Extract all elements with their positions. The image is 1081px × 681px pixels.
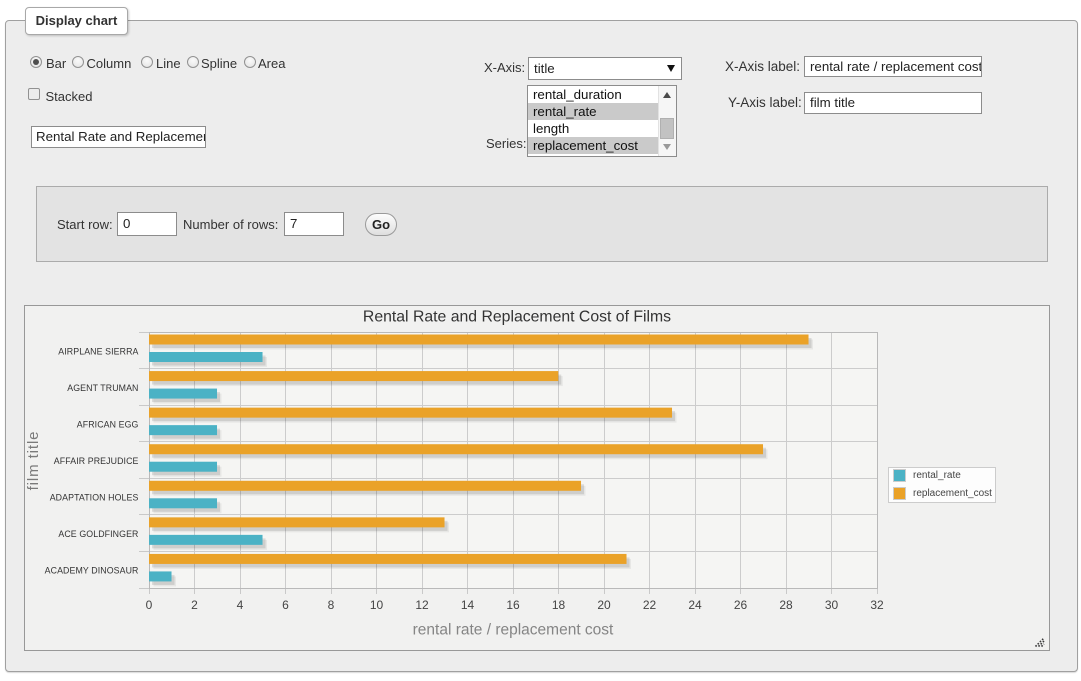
svg-text:10: 10 [370,598,384,612]
svg-text:AGENT TRUMAN: AGENT TRUMAN [67,383,138,393]
svg-text:26: 26 [734,598,748,612]
svg-text:film title: film title [25,431,42,491]
svg-text:replacement_cost: replacement_cost [913,488,992,499]
svg-text:ACE GOLDFINGER: ACE GOLDFINGER [58,529,138,539]
svg-text:AFRICAN EGG: AFRICAN EGG [77,419,139,429]
svg-text:0: 0 [146,598,153,612]
svg-text:16: 16 [506,598,520,612]
svg-text:20: 20 [597,598,611,612]
svg-text:4: 4 [237,598,244,612]
svg-text:AFFAIR PREJUDICE: AFFAIR PREJUDICE [54,456,139,466]
svg-text:28: 28 [779,598,793,612]
svg-text:rental rate / replacement cost: rental rate / replacement cost [413,622,614,639]
svg-text:24: 24 [688,598,702,612]
svg-text:AIRPLANE SIERRA: AIRPLANE SIERRA [58,346,138,356]
svg-text:ACADEMY DINOSAUR: ACADEMY DINOSAUR [45,566,139,576]
svg-text:12: 12 [415,598,429,612]
svg-text:30: 30 [825,598,839,612]
svg-text:8: 8 [328,598,335,612]
svg-text:14: 14 [461,598,475,612]
svg-text:ADAPTATION HOLES: ADAPTATION HOLES [50,493,139,503]
svg-text:32: 32 [870,598,884,612]
svg-text:2: 2 [191,598,198,612]
svg-text:18: 18 [552,598,566,612]
svg-text:6: 6 [282,598,289,612]
svg-text:rental_rate: rental_rate [913,470,961,481]
svg-text:Rental Rate and Replacement Co: Rental Rate and Replacement Cost of Film… [363,309,671,326]
svg-text:22: 22 [643,598,657,612]
